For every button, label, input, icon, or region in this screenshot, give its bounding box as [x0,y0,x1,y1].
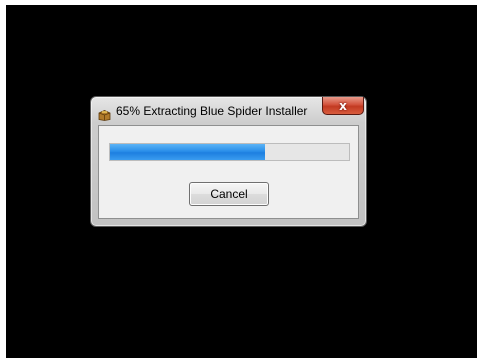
progress-fill [110,144,266,160]
cancel-button[interactable]: Cancel [189,182,269,206]
installer-dialog: 65% Extracting Blue Spider Installer x C… [90,96,367,227]
close-icon: x [339,98,347,113]
desktop-background: 65% Extracting Blue Spider Installer x C… [6,5,477,358]
dialog-client-area: Cancel [98,125,359,219]
title-bar[interactable]: 65% Extracting Blue Spider Installer x [91,97,366,125]
installer-box-icon [98,106,111,121]
extraction-progress-bar [109,143,350,161]
window-title: 65% Extracting Blue Spider Installer [116,104,308,118]
close-button[interactable]: x [322,97,364,115]
